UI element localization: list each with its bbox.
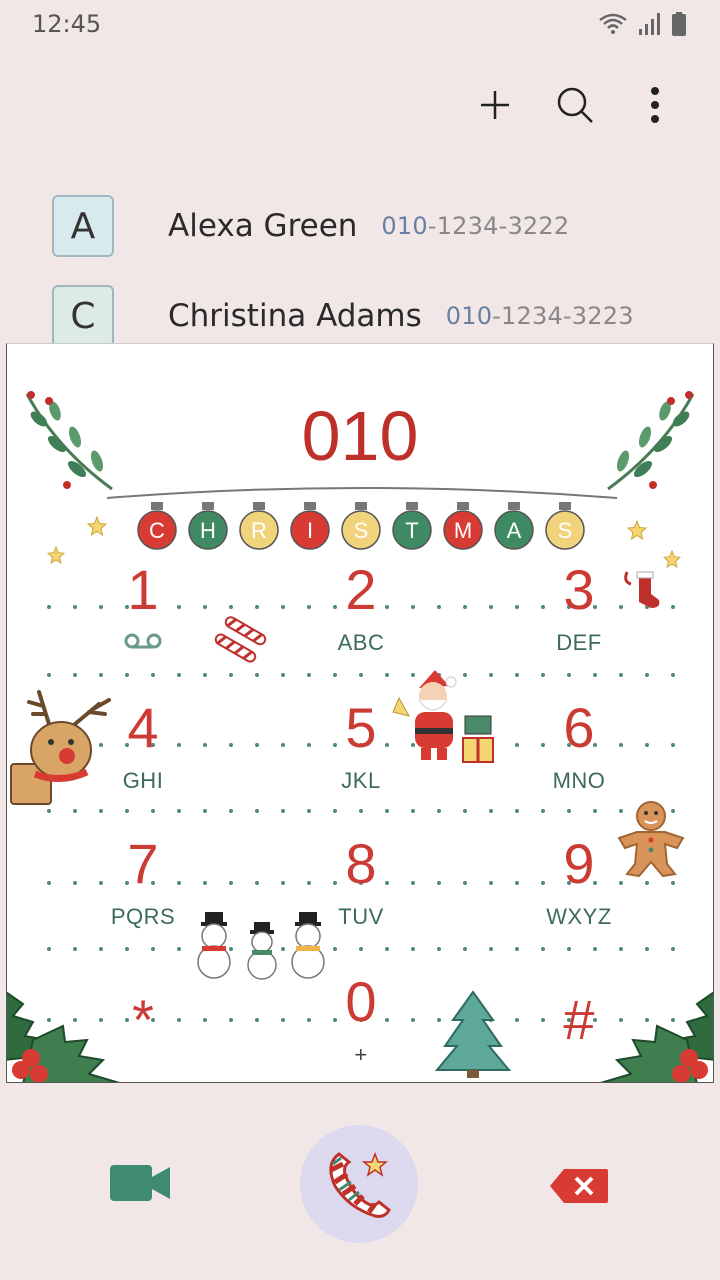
key-digit: 7 — [127, 832, 159, 895]
contact-suggestion[interactable]: A Alexa Green 010-1234-3222 — [52, 194, 692, 258]
dotted-divider — [47, 947, 687, 951]
key-6[interactable]: 6 MNO — [489, 698, 669, 794]
key-digit: 8 — [345, 832, 377, 895]
more-vert-icon — [651, 87, 659, 123]
contact-number-rest: -1234-3223 — [492, 302, 634, 330]
banner-letter: M — [454, 518, 472, 543]
star-icon — [627, 520, 647, 540]
status-time: 12:45 — [32, 10, 102, 38]
dialed-number: 010 — [301, 397, 419, 475]
wifi-icon — [599, 13, 627, 34]
search-icon — [557, 87, 593, 123]
gingerbread-icon — [617, 801, 685, 878]
key-letters: + — [354, 1042, 368, 1067]
key-letters: JKL — [341, 768, 381, 793]
contact-number-match: 010 — [445, 302, 493, 330]
key-letters: DEF — [556, 630, 602, 655]
banner-letter: S — [354, 518, 369, 543]
holly-right-decoration — [600, 991, 713, 1082]
banner-letter: S — [558, 518, 573, 543]
banner-letter: C — [149, 518, 165, 543]
video-camera-icon — [110, 1165, 170, 1201]
holly-left-decoration — [7, 991, 120, 1082]
reindeer-icon — [10, 690, 111, 805]
key-letters: ABC — [337, 630, 385, 655]
search-button[interactable] — [550, 80, 600, 130]
battery-icon — [672, 12, 686, 36]
light-bulb: T — [392, 502, 432, 550]
key-digit: 2 — [345, 558, 377, 621]
christmas-lights-banner: CHRISTMAS — [107, 487, 617, 550]
add-contact-button[interactable] — [470, 80, 520, 130]
snowmen-icon — [197, 912, 325, 980]
banner-letter: R — [251, 518, 267, 543]
stocking-icon — [624, 571, 660, 608]
contact-name: Christina Adams — [168, 298, 422, 334]
star-icon — [87, 516, 107, 536]
light-bulb: R — [239, 502, 279, 550]
plus-icon — [481, 91, 509, 119]
more-options-button[interactable] — [630, 80, 680, 130]
banner-letter: I — [307, 518, 313, 543]
key-digit: 6 — [563, 696, 595, 759]
contact-number-rest: -1234-3222 — [427, 212, 570, 240]
light-bulb: A — [494, 502, 534, 550]
dotted-divider — [47, 809, 687, 813]
banner-letter: H — [200, 518, 216, 543]
avatar: A — [52, 195, 114, 257]
contact-number-match: 010 — [381, 212, 428, 240]
dotted-divider — [47, 673, 687, 677]
avatar: C — [52, 285, 114, 347]
light-bulb: S — [341, 502, 381, 550]
status-bar: 12:45 — [0, 0, 720, 50]
contact-number: 010-1234-3222 — [381, 212, 569, 240]
backspace-button[interactable] — [548, 1167, 610, 1205]
light-bulb: M — [443, 502, 483, 550]
christmas-tree-icon — [434, 990, 512, 1078]
candy-cane-phone-icon — [329, 1151, 391, 1218]
top-actions — [470, 80, 680, 130]
call-button[interactable] — [300, 1125, 418, 1243]
santa-icon — [392, 670, 494, 763]
bottom-action-bar — [0, 1083, 720, 1280]
light-bulb: I — [290, 502, 330, 550]
status-icons — [598, 12, 686, 36]
light-bulb: S — [545, 502, 585, 550]
dialpad: 010 CHRISTMAS 1 2 ABC 3 DEF 4 GHI 5 JKL … — [6, 343, 714, 1083]
signal-icon — [639, 13, 660, 35]
voicemail-icon — [53, 630, 233, 656]
light-bulb: H — [188, 502, 228, 550]
contact-suggestion[interactable]: C Christina Adams 010-1234-3223 — [52, 284, 692, 348]
key-2[interactable]: 2 ABC — [271, 560, 451, 656]
banner-letter: A — [507, 518, 522, 543]
banner-letter: T — [405, 518, 418, 543]
backspace-icon — [550, 1169, 608, 1203]
key-digit: 1 — [127, 558, 159, 621]
video-call-button[interactable] — [108, 1163, 178, 1209]
key-letters: MNO — [552, 768, 606, 793]
candy-icon — [214, 616, 267, 663]
light-bulb: C — [137, 502, 177, 550]
contact-name: Alexa Green — [168, 208, 358, 244]
key-0[interactable]: 0 + — [271, 972, 451, 1068]
contact-number: 010-1234-3223 — [446, 302, 634, 330]
key-1[interactable]: 1 — [53, 560, 233, 656]
key-letters: WXYZ — [546, 904, 612, 929]
